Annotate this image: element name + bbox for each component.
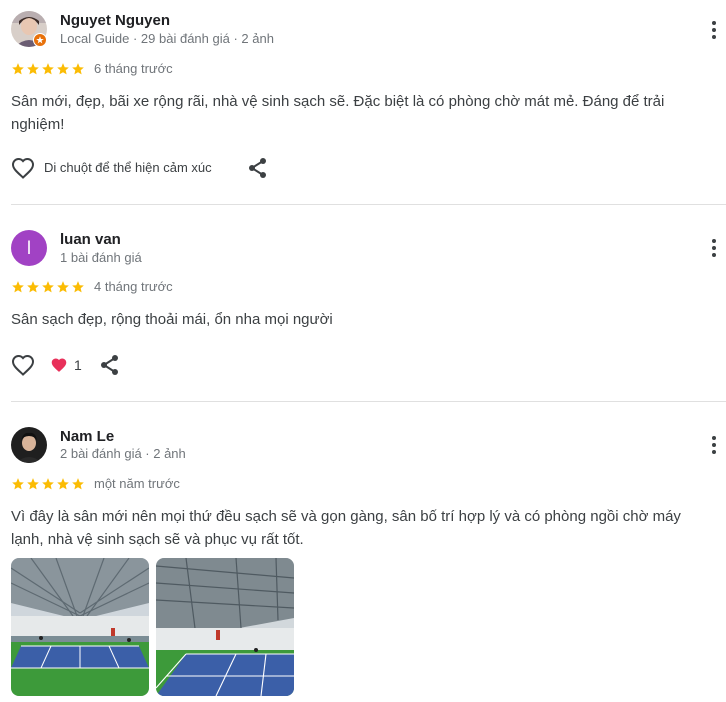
share-icon xyxy=(101,355,118,375)
heart-filled-icon xyxy=(51,358,67,372)
star-icon xyxy=(42,281,54,293)
star-icon xyxy=(57,63,69,75)
review-time: một năm trước xyxy=(94,476,180,491)
share-button[interactable] xyxy=(100,354,120,381)
avatar[interactable] xyxy=(11,427,47,463)
more-vert-icon xyxy=(712,436,716,454)
review-time: 6 tháng trước xyxy=(94,61,173,76)
star-icon xyxy=(12,478,24,490)
avatar[interactable] xyxy=(11,11,47,47)
star-icon xyxy=(42,63,54,75)
review-text: Sân mới, đẹp, bãi xe rộng rãi, nhà vệ si… xyxy=(11,93,665,133)
review-text: Sân sạch đẹp, rộng thoải mái, ổn nha mọi… xyxy=(11,311,333,328)
reaction-hint: Di chuột để thể hiện cảm xúc xyxy=(44,160,212,175)
star-rating xyxy=(11,280,85,294)
reviewer-name[interactable]: Nam Le xyxy=(60,428,114,445)
star-icon xyxy=(27,281,39,293)
like-button[interactable] xyxy=(11,157,35,184)
more-options-button[interactable] xyxy=(706,236,722,260)
avatar-letter: l xyxy=(27,237,31,258)
divider xyxy=(11,204,726,205)
star-icon xyxy=(57,281,69,293)
reaction-summary[interactable] xyxy=(50,357,68,378)
star-icon xyxy=(57,478,69,490)
share-icon xyxy=(249,158,266,178)
review-time: 4 tháng trước xyxy=(94,279,173,294)
star-icon xyxy=(27,63,39,75)
more-vert-icon xyxy=(712,21,716,39)
star-icon xyxy=(72,63,84,75)
star-icon xyxy=(72,478,84,490)
review-photo[interactable] xyxy=(156,558,294,696)
reviewer-meta: 2 bài đánh giá · 2 ảnh xyxy=(60,446,186,461)
star-rating xyxy=(11,62,85,76)
star-rating xyxy=(11,477,85,491)
heart-outline-icon xyxy=(11,354,35,376)
reviewer-name[interactable]: luan van xyxy=(60,231,121,248)
local-guide-badge-icon xyxy=(33,33,47,47)
heart-outline-icon xyxy=(11,157,35,179)
review-text: Vì đây là sân mới nên mọi thứ đều sạch s… xyxy=(11,508,681,548)
share-button[interactable] xyxy=(248,157,268,184)
star-icon xyxy=(42,478,54,490)
reviewer-meta: Local Guide · 29 bài đánh giá · 2 ảnh xyxy=(60,31,274,46)
star-icon xyxy=(12,63,24,75)
review-photo[interactable] xyxy=(11,558,149,696)
reviewer-name[interactable]: Nguyet Nguyen xyxy=(60,12,170,29)
star-icon xyxy=(27,478,39,490)
divider xyxy=(11,401,726,402)
star-icon xyxy=(72,281,84,293)
star-icon xyxy=(12,281,24,293)
avatar[interactable]: l xyxy=(11,230,47,266)
more-options-button[interactable] xyxy=(706,18,722,42)
like-count: 1 xyxy=(74,357,82,373)
reviewer-meta: 1 bài đánh giá xyxy=(60,250,142,265)
more-options-button[interactable] xyxy=(706,433,722,457)
like-button[interactable] xyxy=(11,354,35,381)
more-vert-icon xyxy=(712,239,716,257)
